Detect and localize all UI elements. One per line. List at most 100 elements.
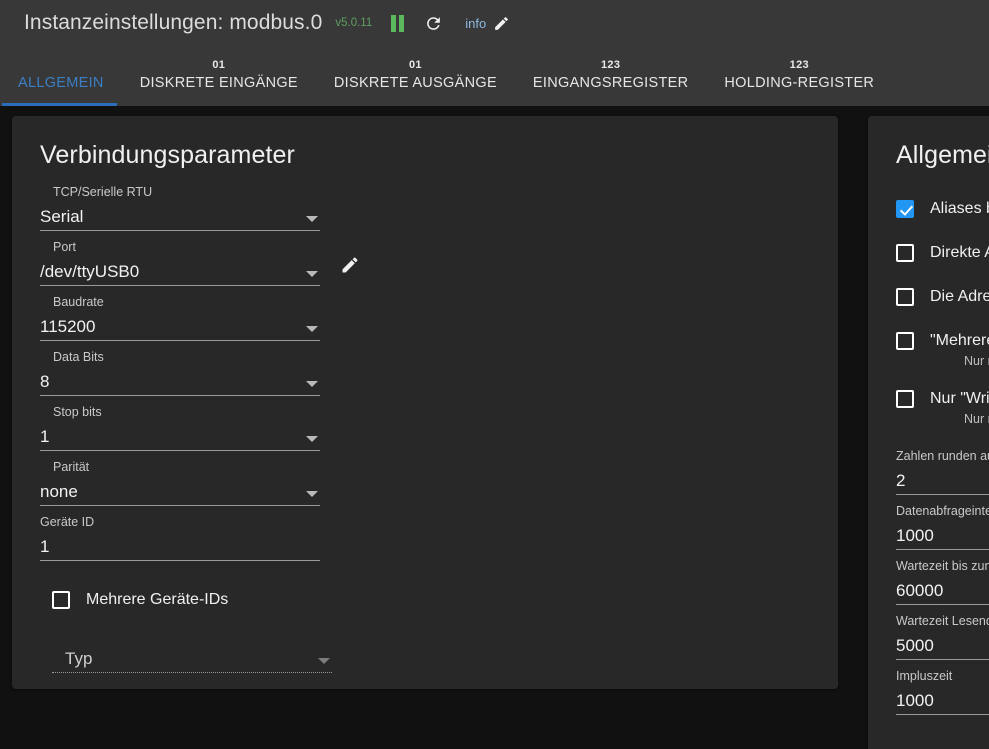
field-parity: Parität none: [40, 459, 320, 506]
baudrate-select[interactable]: 115200: [40, 311, 320, 341]
field-typ: Typ: [52, 643, 332, 673]
field-value: 115200: [40, 317, 96, 336]
chevron-down-icon: [306, 271, 318, 277]
tab-eingangsregister[interactable]: 123 EINGANGSREGISTER: [515, 46, 706, 106]
field-round-numbers: Zahlen runden auf 2: [896, 448, 989, 495]
stop-bits-select[interactable]: 1: [40, 421, 320, 451]
field-value: 5000: [896, 636, 934, 655]
checkbox-aliases[interactable]: [896, 200, 914, 218]
field-value: /dev/ttyUSB0: [40, 262, 140, 281]
pencil-icon-svg: [342, 257, 358, 273]
tab-holding-register[interactable]: 123 HOLDING-REGISTER: [706, 46, 892, 106]
field-read-timeout: Wartezeit Lesend 5000: [896, 613, 989, 660]
checkbox-row-mehrere[interactable]: "Mehrere: [896, 332, 989, 350]
content-area: Verbindungsparameter TCP/Serielle RTU Se…: [0, 106, 989, 749]
field-label: Datenabfrageinterv: [896, 504, 989, 518]
tab-badge: 123: [789, 59, 809, 71]
field-label: Impluszeit: [896, 669, 953, 683]
app-header: Instanzeinstellungen: modbus.0 v5.0.11 i…: [0, 0, 989, 46]
port-edit-pencil-icon[interactable]: [340, 255, 360, 275]
checkbox-label: Nur "Write: [930, 390, 989, 407]
pencil-icon-svg: [495, 16, 509, 30]
checkbox-row-multi-device-ids[interactable]: Mehrere Geräte-IDs: [52, 591, 810, 609]
app-root: Instanzeinstellungen: modbus.0 v5.0.11 i…: [0, 0, 989, 749]
field-value: 1000: [896, 526, 934, 545]
tab-badge: 01: [212, 59, 226, 71]
chevron-down-icon: [306, 491, 318, 497]
field-label: TCP/Serielle RTU: [53, 185, 153, 199]
tab-label: DISKRETE EINGÄNGE: [139, 75, 298, 91]
checkbox-label: "Mehrere: [930, 332, 989, 349]
version-badge: v5.0.11: [335, 17, 373, 29]
field-label: Wartezeit Lesend: [896, 614, 989, 628]
data-bits-select[interactable]: 8: [40, 366, 320, 396]
checkbox-hint: Nur mit FC15: [964, 412, 989, 426]
checkbox-nur-write[interactable]: [896, 390, 914, 408]
chevron-down-icon: [306, 436, 318, 442]
tab-badge: 01: [408, 59, 422, 71]
checkbox-direkte-adressen[interactable]: [896, 244, 914, 262]
chevron-down-icon: [306, 216, 318, 222]
field-label: Zahlen runden auf: [896, 449, 989, 463]
tab-label: ALLGEMEIN: [18, 75, 104, 91]
tab-diskrete-eingaenge[interactable]: 01 DISKRETE EINGÄNGE: [122, 46, 316, 106]
field-value: 60000: [896, 581, 944, 600]
pulse-time-input[interactable]: 1000: [896, 685, 989, 715]
tab-allgemein[interactable]: ALLGEMEIN: [0, 46, 122, 106]
tab-diskrete-ausgaenge[interactable]: 01 DISKRETE AUSGÄNGE: [316, 46, 515, 106]
protocol-select[interactable]: Serial: [40, 201, 320, 231]
tab-bar: ALLGEMEIN 01 DISKRETE EINGÄNGE 01 DISKRE…: [0, 46, 989, 106]
field-label: Port: [53, 240, 76, 254]
checkbox-multi-device-ids[interactable]: [52, 591, 70, 609]
checkbox-row-aliases[interactable]: Aliases be: [896, 200, 989, 218]
pencil-icon[interactable]: [493, 15, 510, 32]
field-value: 2: [896, 471, 906, 490]
checkbox-mehrere[interactable]: [896, 332, 914, 350]
device-id-input[interactable]: 1: [40, 531, 320, 561]
field-stop-bits: Stop bits 1: [40, 404, 320, 451]
port-select[interactable]: /dev/ttyUSB0: [40, 256, 320, 286]
checkbox-die-adressen[interactable]: [896, 288, 914, 306]
checkbox-row-die-adressen[interactable]: Die Adress: [896, 288, 989, 306]
field-reconnect-timeout: Wartezeit bis zum e 60000: [896, 558, 989, 605]
read-timeout-input[interactable]: 5000: [896, 630, 989, 660]
general-settings-card: Allgemein Aliases be Direkte Ad Die Adre…: [868, 116, 989, 749]
field-label: Data Bits: [53, 350, 104, 364]
parity-select[interactable]: none: [40, 476, 320, 506]
reconnect-timeout-input[interactable]: 60000: [896, 575, 989, 605]
card-title-general: Allgemein: [896, 141, 989, 169]
field-port: Port /dev/ttyUSB0: [40, 239, 358, 286]
chevron-down-icon: [306, 381, 318, 387]
field-value: none: [40, 482, 78, 501]
checkbox-label: Aliases be: [930, 200, 989, 217]
checkbox-row-nur-write[interactable]: Nur "Write: [896, 390, 989, 408]
poll-interval-input[interactable]: 1000: [896, 520, 989, 550]
page-title: Instanzeinstellungen: modbus.0: [24, 11, 323, 34]
field-label: Stop bits: [53, 405, 102, 419]
checkbox-label: Direkte Ad: [930, 244, 989, 261]
field-label: Wartezeit bis zum e: [896, 559, 989, 573]
field-poll-interval: Datenabfrageinterv 1000: [896, 503, 989, 550]
pause-icon[interactable]: [390, 14, 404, 32]
field-pulse-time: Impluszeit 1000: [896, 668, 989, 715]
checkbox-row-direkte-adressen[interactable]: Direkte Ad: [896, 244, 989, 262]
field-data-bits: Data Bits 8: [40, 349, 320, 396]
typ-select[interactable]: Typ: [52, 643, 332, 673]
refresh-icon[interactable]: [424, 14, 443, 33]
tab-badge: 123: [601, 59, 621, 71]
refresh-icon-svg: [427, 16, 441, 30]
checkbox-hint: Nur mit FC5/: [964, 354, 989, 368]
field-protocol: TCP/Serielle RTU Serial: [40, 184, 320, 231]
tab-label: EINGANGSREGISTER: [532, 75, 689, 91]
chevron-down-icon: [306, 326, 318, 332]
connection-parameters-card: Verbindungsparameter TCP/Serielle RTU Se…: [12, 116, 838, 689]
info-link[interactable]: info: [465, 16, 486, 31]
round-numbers-input[interactable]: 2: [896, 465, 989, 495]
